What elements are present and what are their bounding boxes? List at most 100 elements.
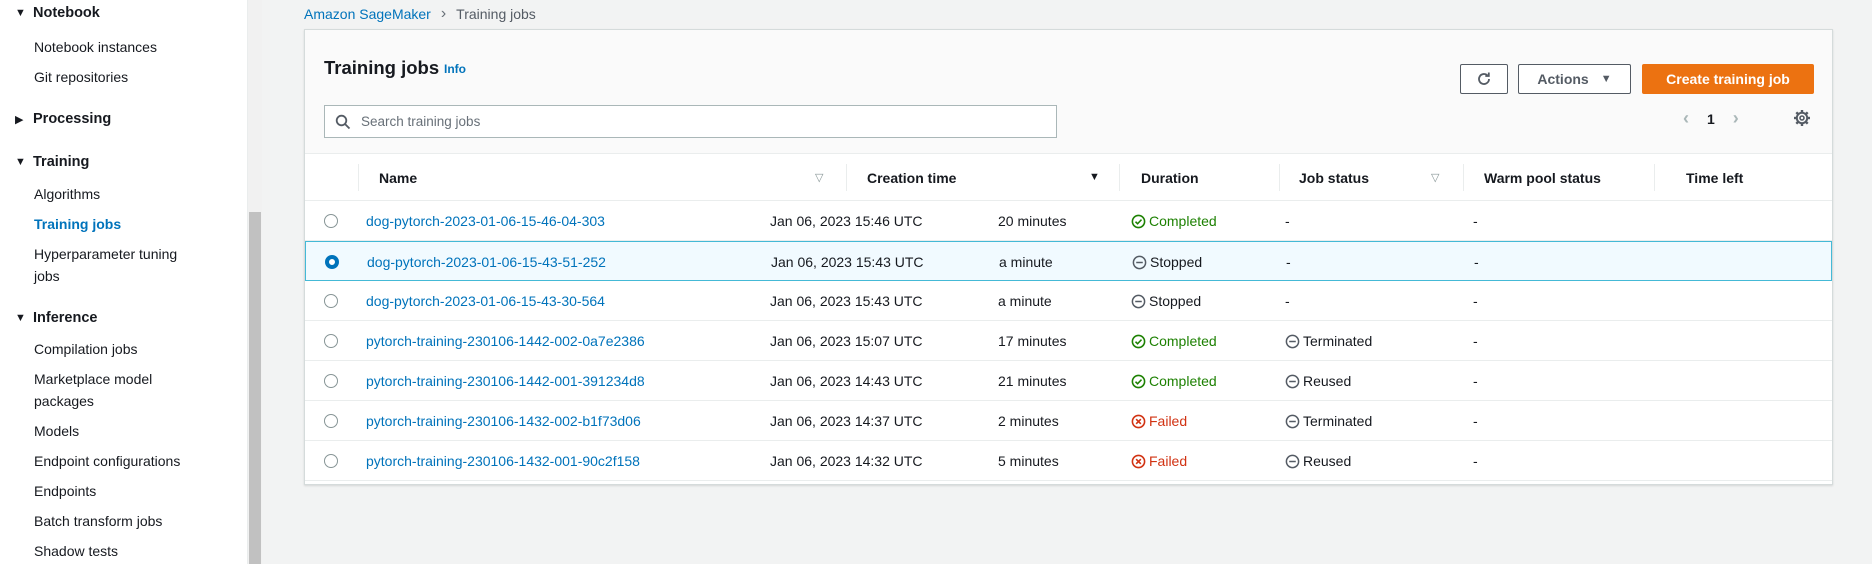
sidebar-item-hyperparameter-tuning[interactable]: Hyperparameter tuning — [34, 243, 177, 265]
sidebar-item-endpoints[interactable]: Endpoints — [34, 480, 96, 502]
sidebar-item-git-repositories[interactable]: Git repositories — [34, 66, 128, 88]
training-job-name-link[interactable]: pytorch-training-230106-1442-001-391234d… — [366, 373, 645, 389]
chevron-right-icon[interactable]: › — [1733, 108, 1739, 129]
column-header-job-status[interactable]: Job status — [1299, 154, 1369, 201]
nav-section-training[interactable]: ▼ Training — [15, 154, 89, 170]
training-job-name-link[interactable]: dog-pytorch-2023-01-06-15-46-04-303 — [366, 213, 605, 229]
warm-pool-status-text: - — [1286, 254, 1291, 270]
nav-section-inference[interactable]: ▼ Inference — [15, 310, 97, 326]
job-status: Failed — [1131, 413, 1187, 429]
row-select-radio[interactable] — [324, 334, 338, 348]
refresh-icon — [1478, 72, 1490, 85]
table-row[interactable]: dog-pytorch-2023-01-06-15-46-04-303 Jan 0… — [305, 201, 1832, 241]
duration: 17 minutes — [998, 333, 1067, 349]
breadcrumb-root-link[interactable]: Amazon SageMaker — [304, 6, 431, 22]
table-row[interactable]: pytorch-training-230106-1442-002-0a7e238… — [305, 321, 1832, 361]
nav-section-processing[interactable]: ▶ Processing — [15, 111, 111, 127]
info-link[interactable]: Info — [444, 62, 466, 76]
column-divider — [1279, 164, 1280, 191]
warm-pool-status-text: Reused — [1303, 453, 1352, 469]
time-left: - — [1473, 413, 1478, 429]
sidebar-item-marketplace-packages[interactable]: packages — [34, 390, 94, 412]
training-job-name-link[interactable]: dog-pytorch-2023-01-06-15-43-30-564 — [366, 293, 605, 309]
sidebar-item-batch-transform-jobs[interactable]: Batch transform jobs — [34, 510, 162, 532]
creation-time: Jan 06, 2023 15:07 UTC — [770, 333, 923, 349]
sidebar-item-algorithms[interactable]: Algorithms — [34, 183, 100, 205]
row-select-radio[interactable] — [324, 214, 338, 228]
breadcrumb: Amazon SageMaker › Training jobs — [304, 5, 536, 23]
column-header-time-left[interactable]: Time left — [1686, 154, 1743, 201]
actions-dropdown-button[interactable]: Actions ▼ — [1518, 64, 1631, 94]
training-job-name-link[interactable]: pytorch-training-230106-1432-002-b1f73d0… — [366, 413, 641, 429]
row-select-radio[interactable] — [325, 255, 339, 269]
row-select-radio[interactable] — [324, 414, 338, 428]
gear-icon[interactable] — [1793, 109, 1811, 130]
sidebar-item-models[interactable]: Models — [34, 420, 79, 442]
table-row[interactable]: dog-pytorch-2023-01-06-15-43-51-252 Jan 0… — [305, 241, 1832, 281]
job-status-text: Completed — [1149, 373, 1217, 389]
column-divider — [358, 164, 359, 191]
column-header-warm-pool-status[interactable]: Warm pool status — [1484, 154, 1601, 201]
job-status-text: Stopped — [1149, 293, 1202, 309]
column-divider — [846, 164, 847, 191]
sidebar-item-endpoint-configurations[interactable]: Endpoint configurations — [34, 450, 180, 472]
search-input[interactable] — [361, 114, 1056, 129]
create-training-job-button[interactable]: Create training job — [1642, 64, 1814, 94]
creation-time: Jan 06, 2023 14:32 UTC — [770, 453, 923, 469]
table-row[interactable]: pytorch-training-230106-1432-002-b1f73d0… — [305, 401, 1832, 441]
warm-pool-status-text: Reused — [1303, 373, 1352, 389]
training-job-name-link[interactable]: pytorch-training-230106-1432-001-90c2f15… — [366, 453, 640, 469]
sort-icon[interactable]: ▽ — [815, 171, 823, 184]
nav-section-label: Notebook — [33, 5, 100, 21]
column-divider — [1654, 164, 1655, 191]
training-job-name-link[interactable]: dog-pytorch-2023-01-06-15-43-51-252 — [367, 254, 606, 270]
sidebar-item-shadow-tests[interactable]: Shadow tests — [34, 540, 118, 562]
scrollbar-thumb[interactable] — [249, 212, 261, 564]
sort-descending-icon[interactable]: ▼ — [1089, 171, 1100, 183]
table-row[interactable]: pytorch-training-230106-1442-001-391234d… — [305, 361, 1832, 401]
nav-section-notebook[interactable]: ▼ Notebook — [15, 5, 100, 21]
table-header: Name ▽ Creation time ▼ Duration Job stat… — [305, 154, 1832, 201]
sidebar: ▼ Notebook Notebook instances Git reposi… — [0, 0, 248, 564]
creation-time: Jan 06, 2023 14:43 UTC — [770, 373, 923, 389]
search-box[interactable] — [324, 105, 1057, 138]
column-header-creation-time[interactable]: Creation time — [867, 154, 956, 201]
warm-pool-status-text: - — [1285, 213, 1290, 229]
caret-right-icon: ▶ — [15, 113, 24, 126]
sidebar-item-compilation-jobs[interactable]: Compilation jobs — [34, 338, 138, 360]
sidebar-item-marketplace-model[interactable]: Marketplace model — [34, 368, 152, 390]
table-row[interactable]: dog-pytorch-2023-01-06-15-43-30-564 Jan 0… — [305, 281, 1832, 321]
minus-circle-icon — [1132, 255, 1147, 269]
job-status-text: Failed — [1149, 453, 1188, 469]
training-job-name-link[interactable]: pytorch-training-230106-1442-002-0a7e238… — [366, 333, 645, 349]
row-select-radio[interactable] — [324, 374, 338, 388]
duration: a minute — [999, 254, 1053, 270]
refresh-button[interactable] — [1460, 64, 1508, 94]
job-status-text: Stopped — [1150, 254, 1203, 270]
check-circle-icon — [1131, 214, 1146, 228]
caret-down-icon: ▼ — [15, 156, 26, 168]
table-row[interactable]: pytorch-training-230106-1432-001-90c2f15… — [305, 441, 1832, 481]
minus-circle-icon — [1285, 374, 1300, 388]
job-status: Completed — [1131, 213, 1217, 229]
sidebar-item-hyperparameter-tuning-jobs[interactable]: jobs — [34, 265, 60, 287]
chevron-left-icon[interactable]: ‹ — [1683, 108, 1689, 129]
page-number[interactable]: 1 — [1707, 111, 1715, 127]
sort-icon[interactable]: ▽ — [1431, 171, 1439, 184]
column-header-name[interactable]: Name — [379, 154, 417, 201]
time-left: - — [1474, 254, 1479, 270]
caret-down-icon: ▼ — [15, 7, 26, 19]
job-status-text: Completed — [1149, 213, 1217, 229]
column-header-duration[interactable]: Duration — [1141, 154, 1199, 201]
sidebar-item-training-jobs[interactable]: Training jobs — [34, 213, 121, 235]
sidebar-scrollbar[interactable] — [248, 0, 262, 564]
job-status-text: Failed — [1149, 413, 1188, 429]
minus-circle-icon — [1285, 334, 1300, 348]
creation-time: Jan 06, 2023 15:43 UTC — [771, 254, 924, 270]
table-body: dog-pytorch-2023-01-06-15-46-04-303 Jan 0… — [305, 201, 1832, 481]
sidebar-item-notebook-instances[interactable]: Notebook instances — [34, 36, 157, 58]
row-select-radio[interactable] — [324, 454, 338, 468]
training-jobs-table: Name ▽ Creation time ▼ Duration Job stat… — [305, 154, 1832, 481]
warm-pool-status: Reused — [1285, 373, 1351, 389]
row-select-radio[interactable] — [324, 294, 338, 308]
